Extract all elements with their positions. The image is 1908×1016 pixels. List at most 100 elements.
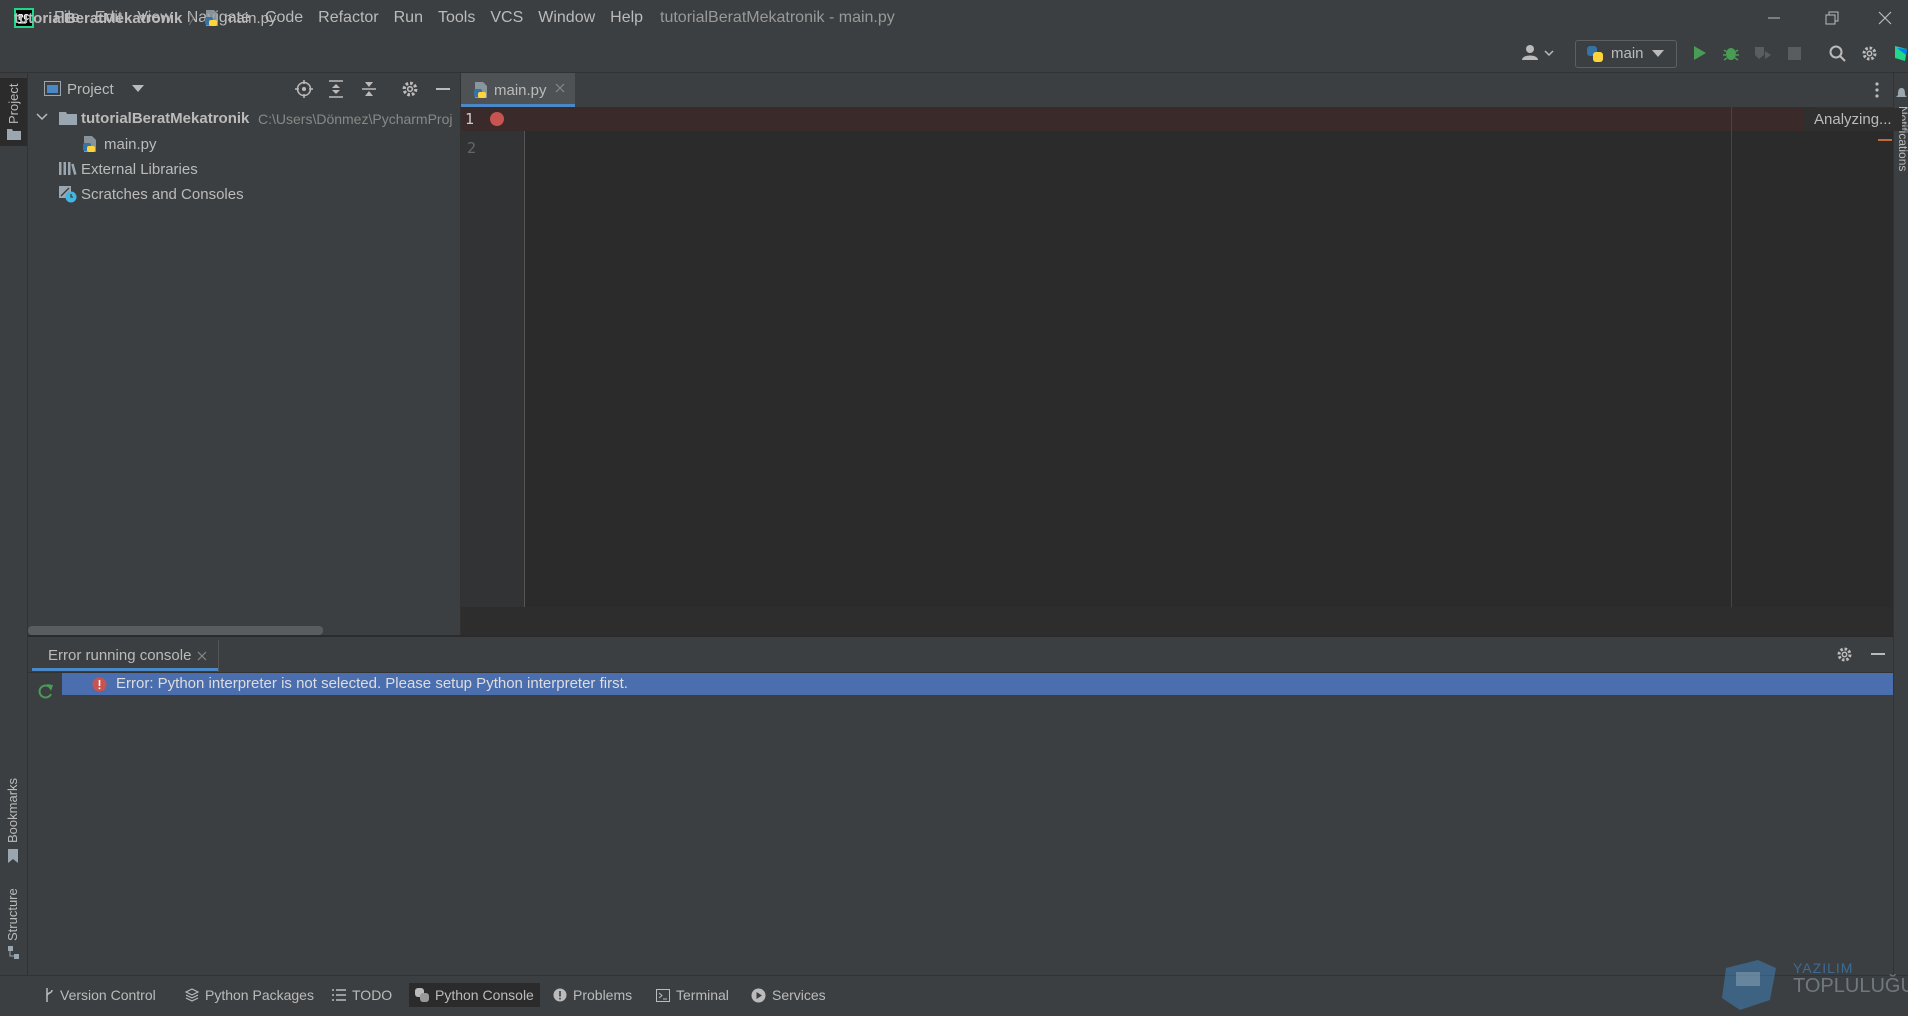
hide-panel-button[interactable]: [435, 80, 451, 98]
bookmarks-tool-button[interactable]: Bookmarks: [5, 778, 20, 843]
menu-vcs[interactable]: VCS: [490, 9, 523, 27]
gear-icon: [1837, 647, 1852, 662]
breakpoint-icon[interactable]: [489, 111, 505, 127]
rerun-icon: [38, 684, 53, 699]
tree-scratches-and-consoles[interactable]: Scratches and Consoles: [81, 186, 244, 203]
tree-expand-arrow-icon[interactable]: [36, 113, 48, 121]
version-control-label: Version Control: [60, 987, 156, 1003]
project-tool-label: Project: [6, 83, 21, 124]
vcs-user-icon[interactable]: [1521, 44, 1555, 62]
python-packages-tool-button[interactable]: Python Packages: [179, 983, 320, 1007]
run-configuration-label: main: [1611, 45, 1644, 62]
error-stripe-marker[interactable]: [1878, 139, 1892, 141]
run-icon: [1694, 46, 1706, 60]
branch-icon: [46, 988, 53, 1002]
menu-window[interactable]: Window: [538, 9, 595, 27]
todo-tool-button[interactable]: TODO: [326, 983, 398, 1007]
services-label: Services: [772, 987, 826, 1003]
layers-icon: [185, 988, 199, 1002]
debug-button[interactable]: [1722, 44, 1740, 62]
close-icon: [555, 83, 565, 93]
project-panel: [28, 73, 461, 635]
tree-root-path: C:\Users\Dönmez\PycharmProj: [258, 111, 453, 127]
collapse-all-button[interactable]: [360, 80, 378, 98]
run-button[interactable]: [1691, 45, 1707, 61]
hide-console-button[interactable]: [1870, 646, 1886, 662]
crosshair-icon: [295, 80, 313, 98]
expand-all-button[interactable]: [327, 80, 345, 98]
rerun-button[interactable]: [37, 682, 55, 700]
error-message-text: Error: Python interpreter is not selecte…: [116, 675, 628, 692]
close-console-tab-button[interactable]: [197, 651, 207, 661]
tree-file-main[interactable]: main.py: [104, 136, 157, 153]
python-file-icon: [82, 135, 98, 153]
terminal-tool-button[interactable]: Terminal: [650, 983, 735, 1007]
locate-file-button[interactable]: [295, 80, 313, 98]
stop-icon: [1788, 47, 1801, 60]
project-view-icon: [44, 81, 61, 96]
minimize-icon: [1871, 653, 1885, 655]
close-icon: [1878, 11, 1892, 25]
watermark-line2: TOPLULUĞU: [1793, 975, 1908, 997]
project-folder-icon: [59, 111, 77, 125]
breadcrumb-project[interactable]: tutorialBeratMekatronik: [14, 10, 182, 27]
window-title: tutorialBeratMekatronik - main.py: [660, 9, 895, 26]
search-icon: [1829, 45, 1846, 62]
close-window-button[interactable]: [1862, 0, 1908, 36]
python-console-label: Python Console: [435, 987, 534, 1003]
tree-external-libraries[interactable]: External Libraries: [81, 161, 198, 178]
chevron-down-icon[interactable]: [132, 85, 144, 93]
structure-tool-button[interactable]: Structure: [5, 888, 20, 941]
breadcrumb-file[interactable]: main.py: [224, 10, 277, 27]
project-options-button[interactable]: [401, 80, 419, 98]
minimize-button[interactable]: [1746, 0, 1802, 36]
editor-bottom-area: [461, 607, 1893, 635]
expand-all-icon: [329, 80, 343, 98]
code-with-me-icon[interactable]: [1893, 45, 1908, 62]
watermark-logo: YAZILIM TOPLULUĞU: [1718, 960, 1908, 1015]
console-settings-button[interactable]: [1836, 646, 1853, 663]
restore-button[interactable]: [1804, 0, 1860, 36]
list-icon: [332, 989, 346, 1001]
minimize-icon: [1768, 17, 1780, 19]
menu-tools[interactable]: Tools: [438, 9, 475, 27]
right-margin-guide: [1731, 107, 1732, 607]
gear-icon: [1862, 46, 1877, 61]
search-everywhere-button[interactable]: [1829, 45, 1846, 62]
more-tabs-button[interactable]: [1874, 81, 1880, 99]
close-tab-button[interactable]: [555, 83, 565, 93]
project-horizontal-scrollbar[interactable]: [28, 626, 323, 635]
editor-tab-bar: [461, 73, 1893, 108]
menu-help[interactable]: Help: [610, 9, 643, 27]
editor-gutter: [461, 107, 525, 607]
editor-tab-label: main.py: [494, 82, 547, 99]
services-tool-button[interactable]: Services: [745, 983, 832, 1007]
project-panel-title[interactable]: Project: [67, 81, 114, 98]
services-icon: [751, 988, 766, 1002]
terminal-icon: [656, 988, 670, 1002]
gear-icon: [402, 81, 418, 97]
todo-label: TODO: [352, 987, 393, 1003]
menu-run[interactable]: Run: [394, 9, 423, 27]
python-run-config-icon: [1586, 45, 1604, 63]
run-with-coverage-button[interactable]: [1754, 45, 1772, 61]
python-console-tool-button[interactable]: Python Console: [409, 983, 540, 1007]
menu-refactor[interactable]: Refactor: [318, 9, 378, 27]
settings-button[interactable]: [1861, 45, 1878, 62]
stop-button[interactable]: [1788, 47, 1801, 60]
terminal-label: Terminal: [676, 987, 729, 1003]
minimize-icon: [436, 88, 450, 90]
error-icon: [92, 677, 107, 692]
coverage-icon: [1755, 47, 1771, 59]
problems-tool-button[interactable]: Problems: [547, 983, 638, 1007]
close-icon: [197, 651, 207, 661]
debug-bug-icon: [1723, 48, 1739, 61]
problems-label: Problems: [573, 987, 633, 1003]
breadcrumb-separator-icon: 〉: [188, 11, 202, 27]
version-control-tool-button[interactable]: Version Control: [38, 983, 162, 1007]
external-libraries-icon: [59, 161, 77, 175]
dropdown-arrow-icon: [1652, 50, 1664, 58]
python-packages-label: Python Packages: [205, 987, 314, 1003]
tree-root-name[interactable]: tutorialBeratMekatronik: [81, 110, 249, 127]
notifications-icon[interactable]: [1896, 88, 1907, 100]
